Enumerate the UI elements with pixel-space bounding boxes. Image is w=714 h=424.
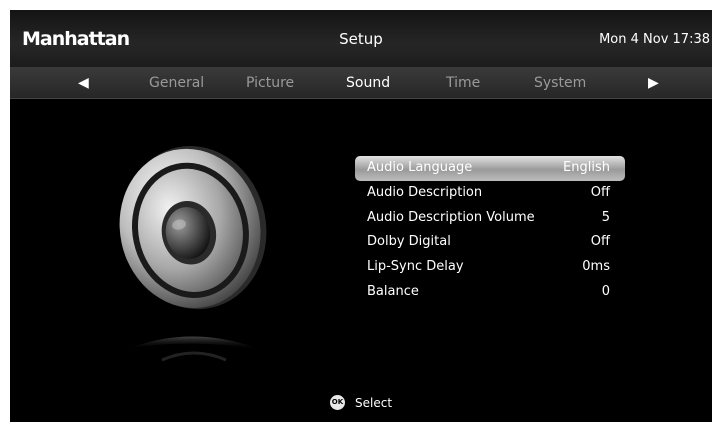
menu-value: Off bbox=[590, 184, 610, 200]
speaker-icon bbox=[119, 145, 267, 362]
menu-row-dolby-digital[interactable]: Dolby Digital Off bbox=[355, 230, 625, 255]
menu-label: Balance bbox=[367, 283, 419, 299]
tab-sound[interactable]: Sound bbox=[346, 75, 390, 91]
menu-row-audio-description-volume[interactable]: Audio Description Volume 5 bbox=[355, 206, 625, 231]
tab-bar: ◀ General Picture Sound Time System ▶ bbox=[10, 68, 712, 99]
sound-settings-list: Audio Language English Audio Description… bbox=[355, 156, 625, 305]
clock: Mon 4 Nov 17:38 bbox=[599, 32, 710, 47]
ok-button-icon: OK bbox=[329, 395, 345, 410]
tab-prev-arrow-icon[interactable]: ◀ bbox=[78, 75, 89, 91]
menu-row-lip-sync-delay[interactable]: Lip-Sync Delay 0ms bbox=[355, 255, 625, 280]
menu-row-audio-language[interactable]: Audio Language English bbox=[355, 156, 625, 181]
menu-label: Audio Description bbox=[367, 184, 483, 200]
tv-screen: Manhattan Setup Mon 4 Nov 17:38 ◀ Genera… bbox=[10, 10, 712, 422]
footer-hint: OK Select bbox=[10, 392, 712, 411]
menu-value: 5 bbox=[601, 209, 610, 225]
menu-label: Audio Description Volume bbox=[367, 209, 535, 225]
menu-value: 0 bbox=[601, 283, 610, 299]
menu-row-balance[interactable]: Balance 0 bbox=[355, 280, 625, 305]
select-hint-label: Select bbox=[355, 395, 393, 410]
tab-general[interactable]: General bbox=[149, 75, 204, 91]
menu-label: Audio Language bbox=[367, 160, 473, 175]
menu-label: Dolby Digital bbox=[367, 234, 451, 250]
menu-value: 0ms bbox=[582, 259, 610, 275]
tab-picture[interactable]: Picture bbox=[246, 75, 294, 91]
header-bar: Manhattan Setup Mon 4 Nov 17:38 bbox=[10, 10, 712, 68]
tab-next-arrow-icon[interactable]: ▶ bbox=[648, 75, 659, 91]
menu-value: English bbox=[563, 160, 610, 175]
menu-value: Off bbox=[590, 234, 610, 250]
menu-label: Lip-Sync Delay bbox=[367, 259, 464, 275]
tab-system[interactable]: System bbox=[534, 75, 586, 91]
tab-time[interactable]: Time bbox=[446, 75, 480, 91]
menu-row-audio-description[interactable]: Audio Description Off bbox=[355, 181, 625, 206]
